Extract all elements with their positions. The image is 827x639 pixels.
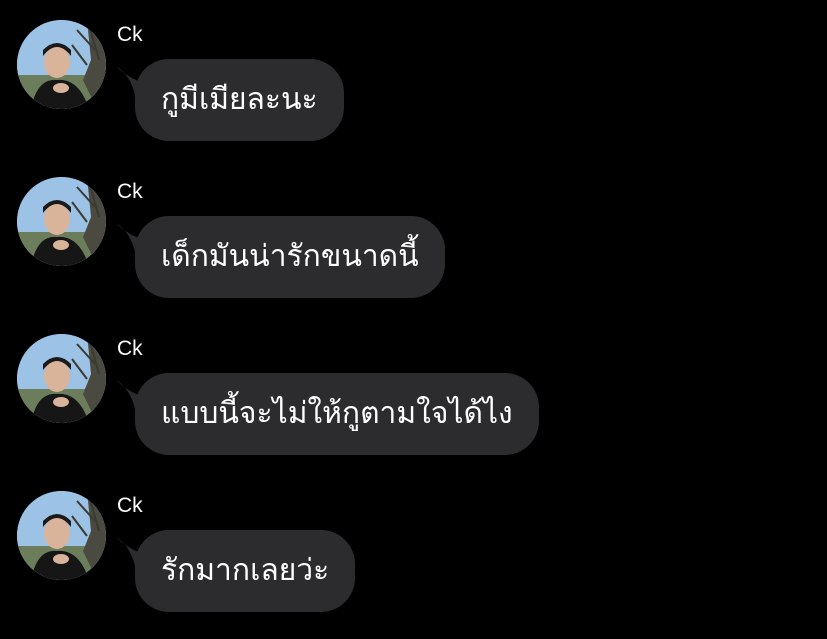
message-bubble[interactable]: แบบนี้จะไม่ให้กูตามใจได้ไง — [135, 373, 539, 455]
message-row: Ck เด็กมันน่ารักขนาดนี้ — [0, 177, 827, 317]
sender-name: Ck — [117, 494, 143, 517]
message-row: Ck รักมากเลยว่ะ — [0, 491, 827, 631]
message-text: รักมากเลยว่ะ — [161, 553, 330, 588]
message-text: แบบนี้จะไม่ให้กูตามใจได้ไง — [161, 396, 513, 431]
message-bubble[interactable]: เด็กมันน่ารักขนาดนี้ — [135, 216, 445, 298]
sender-name: Ck — [117, 337, 143, 360]
avatar[interactable] — [17, 20, 106, 109]
message-row: Ck แบบนี้จะไม่ให้กูตามใจได้ไง — [0, 334, 827, 474]
message-row: Ck กูมีเมียละนะ — [0, 20, 827, 160]
message-text: เด็กมันน่ารักขนาดนี้ — [161, 239, 419, 274]
avatar[interactable] — [17, 177, 106, 266]
message-bubble[interactable]: กูมีเมียละนะ — [135, 59, 344, 141]
avatar[interactable] — [17, 491, 106, 580]
sender-name: Ck — [117, 180, 143, 203]
avatar[interactable] — [17, 334, 106, 423]
message-text: กูมีเมียละนะ — [161, 82, 318, 117]
sender-name: Ck — [117, 23, 143, 46]
message-bubble[interactable]: รักมากเลยว่ะ — [135, 530, 356, 612]
